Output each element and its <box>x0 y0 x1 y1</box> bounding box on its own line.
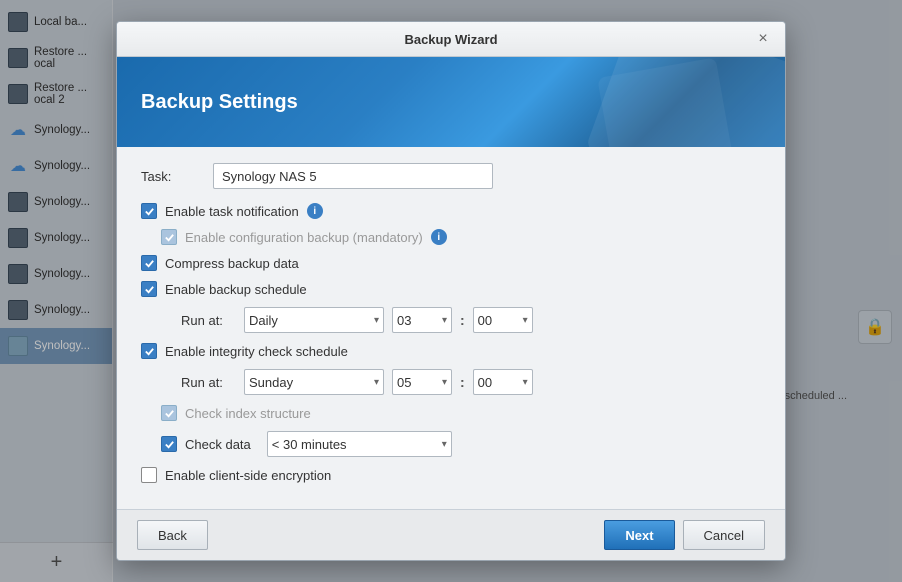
enable-backup-schedule-label: Enable backup schedule <box>165 282 307 297</box>
close-button[interactable]: × <box>753 29 773 49</box>
chevron-down-icon: ▾ <box>442 315 447 326</box>
config-backup-info-icon[interactable]: i <box>431 229 447 245</box>
check-data-row: Check data < 30 minutes ▾ <box>141 431 761 457</box>
enable-integrity-check-label: Enable integrity check schedule <box>165 344 348 359</box>
footer-left: Back <box>137 520 208 550</box>
backup-minute-dropdown[interactable]: 00 ▾ <box>473 307 533 333</box>
check-index-structure-row: Check index structure <box>141 405 761 421</box>
enable-task-notification-row: Enable task notification i <box>141 203 761 219</box>
backup-wizard-dialog: Backup Wizard × Backup Settings Task: <box>116 21 786 561</box>
dialog-titlebar: Backup Wizard × <box>117 22 785 57</box>
integrity-hour-dropdown[interactable]: 05 ▾ <box>392 369 452 395</box>
enable-config-backup-checkbox <box>161 229 177 245</box>
task-notification-info-icon[interactable]: i <box>307 203 323 219</box>
back-button[interactable]: Back <box>137 520 208 550</box>
enable-client-encryption-row: Enable client-side encryption <box>141 467 761 483</box>
task-row: Task: <box>141 163 761 189</box>
checkmark-icon <box>144 284 155 295</box>
check-data-checkbox[interactable] <box>161 436 177 452</box>
check-index-structure-label: Check index structure <box>185 406 311 421</box>
chevron-down-icon: ▾ <box>442 439 447 450</box>
check-data-duration-dropdown[interactable]: < 30 minutes ▾ <box>267 431 452 457</box>
check-data-label: Check data <box>185 437 251 452</box>
enable-backup-schedule-row: Enable backup schedule <box>141 281 761 297</box>
integrity-day-dropdown[interactable]: Sunday ▾ <box>244 369 384 395</box>
checkmark-icon <box>164 439 175 450</box>
enable-client-encryption-checkbox[interactable] <box>141 467 157 483</box>
enable-integrity-check-checkbox[interactable] <box>141 343 157 359</box>
enable-config-backup-label: Enable configuration backup (mandatory) <box>185 230 423 245</box>
time-separator: : <box>460 312 465 328</box>
dialog-header: Backup Settings <box>117 57 785 147</box>
compress-backup-label: Compress backup data <box>165 256 299 271</box>
modal-overlay: Backup Wizard × Backup Settings Task: <box>0 0 902 582</box>
enable-integrity-check-row: Enable integrity check schedule <box>141 343 761 359</box>
integrity-minute-dropdown[interactable]: 00 ▾ <box>473 369 533 395</box>
backup-run-at-label: Run at: <box>181 313 236 328</box>
backup-hour-dropdown[interactable]: 03 ▾ <box>392 307 452 333</box>
chevron-down-icon: ▾ <box>374 377 379 388</box>
integrity-hour-value: 05 <box>397 375 411 390</box>
footer-right: Next Cancel <box>604 520 765 550</box>
backup-schedule-run-at-row: Run at: Daily ▾ 03 ▾ : 00 ▾ <box>141 307 761 333</box>
compress-backup-checkbox[interactable] <box>141 255 157 271</box>
dialog-header-title: Backup Settings <box>141 91 298 114</box>
enable-task-notification-label: Enable task notification <box>165 204 299 219</box>
compress-backup-row: Compress backup data <box>141 255 761 271</box>
check-index-structure-checkbox <box>161 405 177 421</box>
backup-minute-value: 00 <box>478 313 492 328</box>
enable-config-backup-row: Enable configuration backup (mandatory) … <box>141 229 761 245</box>
checkmark-icon <box>144 258 155 269</box>
integrity-minute-value: 00 <box>478 375 492 390</box>
dialog-body: Task: Enable task notification i <box>117 147 785 509</box>
task-input[interactable] <box>213 163 493 189</box>
dialog-title: Backup Wizard <box>149 32 753 47</box>
chevron-down-icon: ▾ <box>442 377 447 388</box>
check-data-duration-value: < 30 minutes <box>272 437 347 452</box>
chevron-down-icon: ▾ <box>523 377 528 388</box>
time-separator: : <box>460 374 465 390</box>
chevron-down-icon: ▾ <box>523 315 528 326</box>
dialog-footer: Back Next Cancel <box>117 509 785 560</box>
checkmark-icon <box>164 408 175 419</box>
enable-backup-schedule-checkbox[interactable] <box>141 281 157 297</box>
integrity-run-at-label: Run at: <box>181 375 236 390</box>
backup-frequency-dropdown[interactable]: Daily ▾ <box>244 307 384 333</box>
enable-task-notification-checkbox[interactable] <box>141 203 157 219</box>
next-button[interactable]: Next <box>604 520 674 550</box>
chevron-down-icon: ▾ <box>374 315 379 326</box>
checkmark-icon <box>164 232 175 243</box>
cancel-button[interactable]: Cancel <box>683 520 765 550</box>
checkmark-icon <box>144 206 155 217</box>
enable-client-encryption-label: Enable client-side encryption <box>165 468 331 483</box>
integrity-schedule-run-at-row: Run at: Sunday ▾ 05 ▾ : 00 ▾ <box>141 369 761 395</box>
backup-frequency-value: Daily <box>249 313 278 328</box>
backup-hour-value: 03 <box>397 313 411 328</box>
checkmark-icon <box>144 346 155 357</box>
integrity-day-value: Sunday <box>249 375 293 390</box>
task-label: Task: <box>141 169 201 184</box>
